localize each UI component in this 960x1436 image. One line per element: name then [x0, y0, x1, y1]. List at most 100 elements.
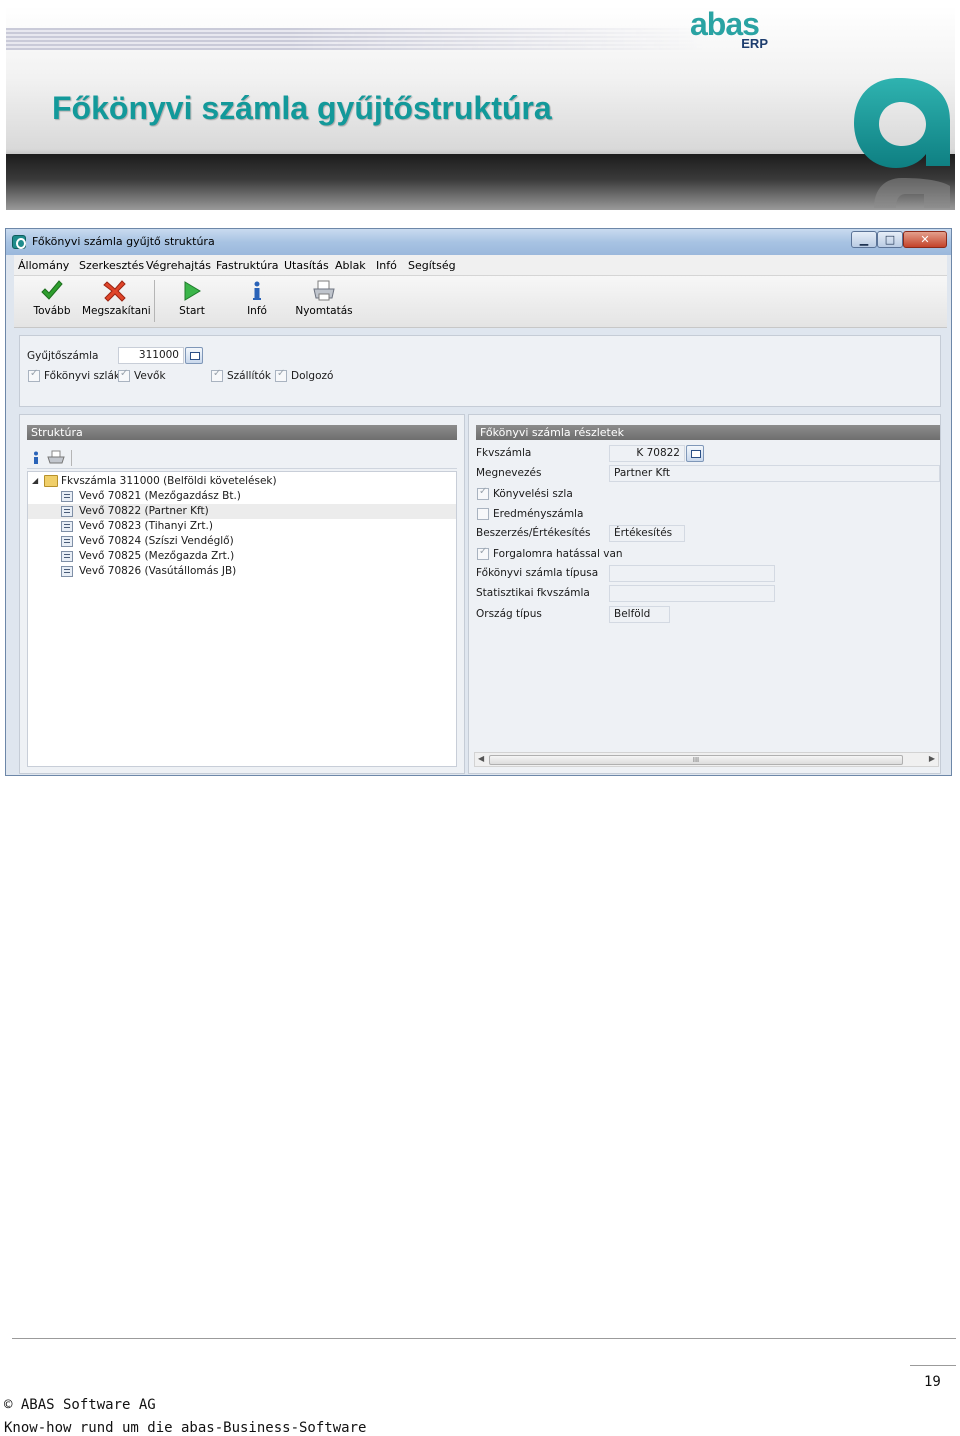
fkvszamla-field[interactable]: K 70822 [609, 445, 685, 462]
nyomtatas-button[interactable]: Nyomtatás [292, 280, 356, 324]
account-doc-icon [61, 521, 73, 532]
account-doc-icon [61, 506, 73, 517]
menu-ablak[interactable]: Ablak [335, 259, 366, 272]
menu-fastruktura[interactable]: Fastruktúra [216, 259, 279, 272]
window-title: Főkönyvi számla gyűjtő struktúra [32, 235, 215, 248]
beszerzes-label: Beszerzés/Értékesítés [476, 527, 591, 539]
tovabb-button[interactable]: Tovább [26, 280, 78, 324]
gyujtoszamla-input[interactable]: 311000 [118, 347, 184, 364]
collapse-arrow-icon[interactable]: ◢ [32, 476, 38, 485]
tree-child-label: Vevő 70825 (Mezőgazda Zrt.) [79, 550, 235, 562]
menu-bar: Állomány Szerkesztés Végrehajtás Fastruk… [14, 255, 947, 276]
abas-erp-logo: abas ERP [690, 6, 770, 54]
megszakitani-label: Megszakítani [82, 305, 151, 317]
menu-segitseg[interactable]: Segítség [408, 259, 456, 272]
header-panel: Gyűjtőszámla 311000 Főkönyvi szlák Vevők… [19, 335, 941, 407]
scroll-left-arrow-icon[interactable]: ◀ [478, 754, 484, 763]
gyujtoszamla-lookup-button[interactable] [185, 347, 203, 364]
structure-toolbar-separator [71, 450, 72, 466]
folder-icon [44, 475, 58, 487]
printer-icon [313, 280, 335, 301]
tree-child-row[interactable]: Vevő 70824 (Szíszi Vendéglő) [28, 534, 456, 549]
page-number: 19 [924, 1374, 941, 1390]
checkmark-icon [41, 280, 63, 300]
forgalom-label: Forgalomra hatással van [493, 548, 623, 560]
window-titlebar[interactable]: Főkönyvi számla gyűjtő struktúra ▁ □ ✕ [6, 229, 951, 255]
konyvelesi-checkbox[interactable] [477, 486, 489, 500]
detail-panel-title: Főkönyvi számla részletek [476, 425, 940, 440]
megnevezes-label: Megnevezés [476, 467, 542, 479]
tree-child-row-selected[interactable]: Vevő 70822 (Partner Kft) [28, 504, 456, 519]
nyomtatas-label: Nyomtatás [295, 305, 353, 317]
abas-a-emblem-icon [854, 78, 950, 208]
vevok-checkbox[interactable] [118, 368, 130, 382]
tree-child-row[interactable]: Vevő 70826 (Vasútállomás JB) [28, 564, 456, 579]
menu-vegrehajtas[interactable]: Végrehajtás [146, 259, 211, 272]
dolgozo-checkbox[interactable] [275, 368, 287, 382]
logo-subtext: ERP [741, 36, 768, 51]
fkvszamla-label: Fkvszámla [476, 447, 532, 459]
structure-info-icon[interactable] [31, 451, 41, 465]
structure-print-icon[interactable] [47, 450, 65, 466]
cancel-x-icon [103, 280, 126, 302]
scrollbar-thumb[interactable]: III [489, 755, 903, 765]
forgalom-checkbox[interactable] [477, 546, 489, 560]
menu-info[interactable]: Infó [376, 259, 397, 272]
toolbar: Tovább Megszakítani Start Infó Nyomtatás [14, 276, 947, 328]
menu-utasitas[interactable]: Utasítás [284, 259, 329, 272]
account-doc-icon [61, 566, 73, 577]
info-label: Infó [247, 305, 267, 317]
copyright-text: © ABAS Software AG [4, 1397, 156, 1413]
maximize-button[interactable]: □ [877, 231, 903, 248]
menu-szerkesztes[interactable]: Szerkesztés [79, 259, 144, 272]
scroll-right-arrow-icon[interactable]: ▶ [929, 754, 935, 763]
eredmeny-checkbox[interactable] [477, 508, 489, 520]
konyvelesi-label: Könyvelési szla [493, 488, 573, 500]
beszerzes-field[interactable]: Értékesítés [609, 525, 685, 542]
fokonyvi-checkbox[interactable] [28, 368, 40, 382]
detail-panel: Főkönyvi számla részletek Fkvszámla K 70… [468, 414, 941, 774]
megnevezes-field[interactable]: Partner Kft [609, 465, 940, 482]
tree-child-row[interactable]: Vevő 70823 (Tihanyi Zrt.) [28, 519, 456, 534]
fkvszamla-lookup-button[interactable] [686, 445, 704, 462]
tree-root-row[interactable]: ◢ Fkvszámla 311000 (Belföldi követelések… [28, 474, 456, 489]
page-number-rule [910, 1365, 956, 1366]
horizontal-scrollbar[interactable]: ◀ III ▶ [474, 752, 939, 767]
app-window: Főkönyvi számla gyűjtő struktúra ▁ □ ✕ Á… [5, 228, 952, 776]
play-icon [184, 281, 201, 301]
start-label: Start [179, 305, 205, 317]
megszakitani-button[interactable]: Megszakítani [82, 280, 151, 324]
account-doc-icon [61, 551, 73, 562]
app-icon [12, 235, 26, 249]
eredmeny-label: Eredményszámla [493, 508, 584, 520]
orszag-field[interactable]: Belföld [609, 606, 670, 623]
toolbar-separator [154, 280, 155, 322]
tree-child-label: Vevő 70826 (Vasútállomás JB) [79, 565, 237, 577]
fokonyvi-label: Főkönyvi szlák [44, 370, 120, 382]
tipus-label: Főkönyvi számla típusa [476, 567, 599, 579]
structure-tree: ◢ Fkvszámla 311000 (Belföldi követelések… [27, 471, 457, 767]
tipus-field[interactable] [609, 565, 775, 582]
structure-panel-title: Struktúra [27, 425, 457, 440]
menu-allomany[interactable]: Állomány [18, 259, 69, 272]
slide-header: Főkönyvi számla gyűjtőstruktúra abas ERP [6, 6, 955, 210]
info-button[interactable]: Infó [236, 280, 278, 324]
statisztikai-field[interactable] [609, 585, 775, 602]
tree-child-row[interactable]: Vevő 70821 (Mezőgazdász Bt.) [28, 489, 456, 504]
structure-panel: Struktúra ◢ Fkvszámla 311000 (Belföldi k… [19, 414, 465, 774]
header-stripes [6, 28, 706, 50]
tree-child-label: Vevő 70823 (Tihanyi Zrt.) [79, 520, 213, 532]
szallitok-checkbox[interactable] [211, 368, 223, 382]
tree-root-label: Fkvszámla 311000 (Belföldi követelések) [61, 475, 277, 487]
tree-child-row[interactable]: Vevő 70825 (Mezőgazda Zrt.) [28, 549, 456, 564]
tree-child-label: Vevő 70822 (Partner Kft) [79, 505, 209, 517]
info-icon [253, 281, 261, 300]
start-button[interactable]: Start [170, 280, 214, 324]
dolgozo-label: Dolgozó [291, 370, 334, 382]
statisztikai-label: Statisztikai fkvszámla [476, 587, 590, 599]
account-doc-icon [61, 536, 73, 547]
close-button[interactable]: ✕ [903, 231, 947, 248]
structure-toolbar [27, 447, 457, 469]
minimize-button[interactable]: ▁ [851, 231, 877, 248]
tree-child-label: Vevő 70824 (Szíszi Vendéglő) [79, 535, 234, 547]
